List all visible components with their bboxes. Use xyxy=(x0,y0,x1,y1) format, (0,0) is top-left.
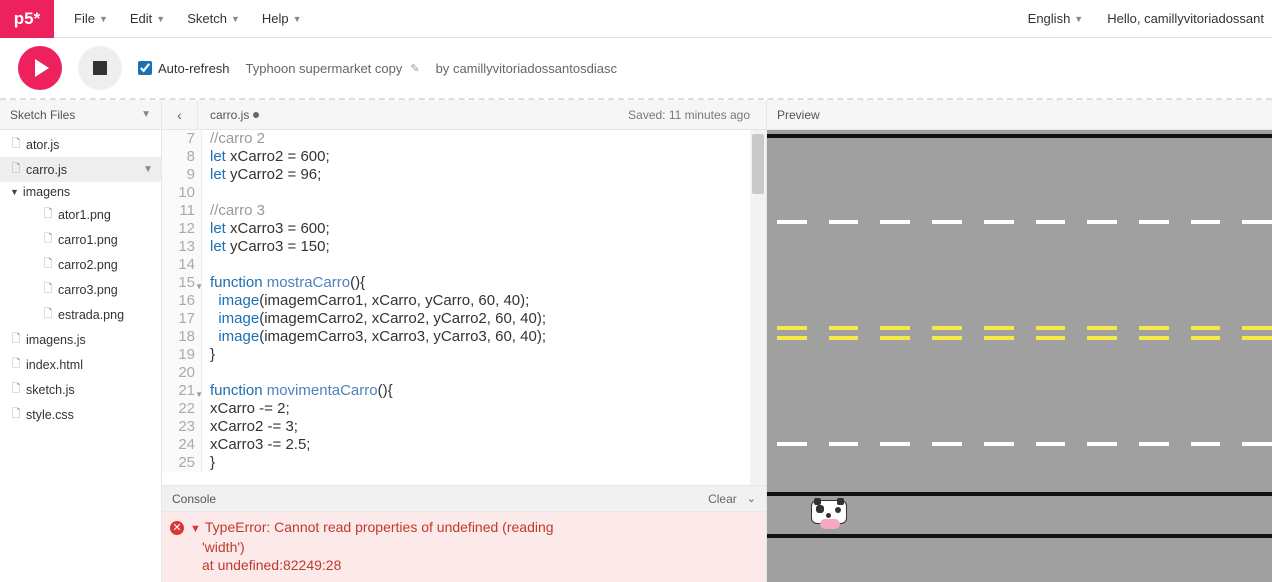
byline: by camillyvitoriadossantosdiasc xyxy=(436,61,617,76)
file-icon: 🗋 xyxy=(42,205,54,224)
file-icon: 🗋 xyxy=(42,305,54,324)
chevron-down-icon[interactable]: ⌄ xyxy=(747,492,756,505)
preview-title: Preview xyxy=(777,108,820,122)
error-icon: ✕ xyxy=(170,521,184,535)
unsaved-dot-icon xyxy=(253,112,259,118)
logo[interactable]: p5* xyxy=(0,0,54,38)
sidebar-header[interactable]: Sketch Files ▼ xyxy=(0,100,161,130)
console-title: Console xyxy=(172,492,216,506)
author-link[interactable]: camillyvitoriadossantosdiasc xyxy=(453,61,617,76)
error-caret-icon: ▼ xyxy=(190,523,201,535)
caret-down-icon[interactable]: ▼ xyxy=(141,109,151,120)
collapse-sidebar-button[interactable]: ‹ xyxy=(162,100,198,130)
code-editor[interactable]: 7//carro 2 8let xCarro2 = 600; 9let yCar… xyxy=(162,130,766,485)
caret-down-icon: ▼ xyxy=(1074,14,1083,24)
menu-sketch-label: Sketch xyxy=(187,11,227,26)
preview-canvas[interactable] xyxy=(767,130,1272,582)
preview-pane: Preview xyxy=(767,100,1272,582)
caret-down-icon: ▼ xyxy=(156,14,165,24)
file-sketch-js[interactable]: 🗋sketch.js xyxy=(0,377,161,402)
file-icon: 🗋 xyxy=(10,160,22,179)
scrollbar-thumb[interactable] xyxy=(752,134,764,194)
editor-tabs: ‹ carro.js Saved: 11 minutes ago xyxy=(162,100,766,130)
folder-open-icon: ▼ xyxy=(10,187,19,197)
menu-edit[interactable]: Edit ▼ xyxy=(122,7,173,30)
console-clear-button[interactable]: Clear xyxy=(708,492,737,506)
file-carro3-png[interactable]: 🗋carro3.png xyxy=(0,277,161,302)
file-icon: 🗋 xyxy=(10,355,22,374)
console-body[interactable]: ✕▼TypeError: Cannot read properties of u… xyxy=(162,512,766,582)
menu-help[interactable]: Help ▼ xyxy=(254,7,310,30)
autorefresh-checkbox[interactable] xyxy=(138,61,152,75)
language-menu[interactable]: English▼ xyxy=(1020,7,1092,30)
play-icon xyxy=(35,59,49,77)
file-icon: 🗋 xyxy=(42,255,54,274)
saved-status: Saved: 11 minutes ago xyxy=(628,108,766,122)
file-index-html[interactable]: 🗋index.html xyxy=(0,352,161,377)
sidebar: Sketch Files ▼ 🗋ator.js 🗋carro.js▼ ▼imag… xyxy=(0,100,162,582)
greeting[interactable]: Hello, camillyvitoriadossant xyxy=(1107,11,1264,26)
sketch-name-text: Typhoon supermarket copy xyxy=(246,61,403,76)
menu-edit-label: Edit xyxy=(130,11,152,26)
sidebar-title: Sketch Files xyxy=(10,108,75,122)
caret-down-icon[interactable]: ▼ xyxy=(143,164,153,175)
caret-down-icon: ▼ xyxy=(293,14,302,24)
file-carro-js[interactable]: 🗋carro.js▼ xyxy=(0,157,161,182)
stop-icon xyxy=(93,61,107,75)
scrollbar[interactable] xyxy=(750,130,766,485)
file-ator-js[interactable]: 🗋ator.js xyxy=(0,132,161,157)
file-ator1-png[interactable]: 🗋ator1.png xyxy=(0,202,161,227)
file-imagens-js[interactable]: 🗋imagens.js xyxy=(0,327,161,352)
sketch-name[interactable]: Typhoon supermarket copy ✎ xyxy=(246,61,420,76)
menu-file-label: File xyxy=(74,11,95,26)
sprite-actor xyxy=(811,500,847,532)
menu-file[interactable]: File ▼ xyxy=(66,7,116,30)
console: Console Clear ⌄ ✕▼TypeError: Cannot read… xyxy=(162,485,766,582)
editor-pane: ‹ carro.js Saved: 11 minutes ago 7//carr… xyxy=(162,100,767,582)
file-style-css[interactable]: 🗋style.css xyxy=(0,402,161,427)
autorefresh-label: Auto-refresh xyxy=(158,61,230,76)
file-icon: 🗋 xyxy=(42,280,54,299)
menu-help-label: Help xyxy=(262,11,289,26)
menu-sketch[interactable]: Sketch ▼ xyxy=(179,7,248,30)
file-carro1-png[interactable]: 🗋carro1.png xyxy=(0,227,161,252)
stop-button[interactable] xyxy=(78,46,122,90)
preview-header: Preview xyxy=(767,100,1272,130)
folder-imagens[interactable]: ▼imagens xyxy=(0,182,161,202)
play-button[interactable] xyxy=(18,46,62,90)
tab-carro-js[interactable]: carro.js xyxy=(198,108,271,122)
caret-down-icon: ▼ xyxy=(99,14,108,24)
file-icon: 🗋 xyxy=(10,380,22,399)
file-icon: 🗋 xyxy=(10,405,22,424)
menubar: File ▼ Edit ▼ Sketch ▼ Help ▼ xyxy=(54,7,1020,30)
console-header: Console Clear ⌄ xyxy=(162,486,766,512)
caret-down-icon: ▼ xyxy=(231,14,240,24)
file-tree: 🗋ator.js 🗋carro.js▼ ▼imagens 🗋ator1.png … xyxy=(0,130,161,582)
toolbar: Auto-refresh Typhoon supermarket copy ✎ … xyxy=(0,38,1272,100)
file-icon: 🗋 xyxy=(10,135,22,154)
file-carro2-png[interactable]: 🗋carro2.png xyxy=(0,252,161,277)
pencil-icon[interactable]: ✎ xyxy=(410,62,419,75)
autorefresh-toggle[interactable]: Auto-refresh xyxy=(138,61,230,76)
file-icon: 🗋 xyxy=(10,330,22,349)
language-label: English xyxy=(1028,11,1071,26)
file-icon: 🗋 xyxy=(42,230,54,249)
file-estrada-png[interactable]: 🗋estrada.png xyxy=(0,302,161,327)
